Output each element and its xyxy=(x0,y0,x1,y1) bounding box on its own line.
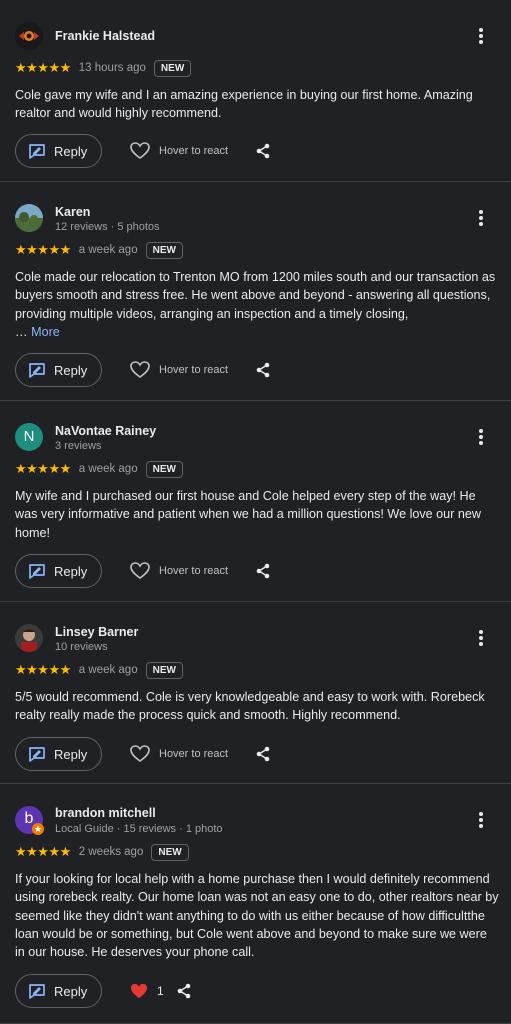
reply-label: Reply xyxy=(54,143,88,159)
react-label: Hover to react xyxy=(159,364,229,376)
review-text: Cole made our relocation to Trenton MO f… xyxy=(15,268,500,341)
reply-icon xyxy=(29,984,45,999)
more-options-icon[interactable] xyxy=(471,628,491,648)
rating-row: ★★★★★ a week ago NEW xyxy=(15,241,183,259)
heart-filled-icon xyxy=(131,983,147,999)
react-label: Hover to react xyxy=(159,565,229,577)
review-card: N NaVontae Rainey 3 reviews ★★★★★ a week… xyxy=(0,401,511,602)
reviewer-name[interactable]: Linsey Barner xyxy=(55,625,138,639)
share-icon[interactable] xyxy=(255,134,273,168)
share-icon[interactable] xyxy=(176,974,194,1008)
rating-row: ★★★★★ a week ago NEW xyxy=(15,661,183,679)
review-time: 2 weeks ago xyxy=(78,846,144,858)
reply-button[interactable]: Reply xyxy=(15,737,102,771)
review-card: Linsey Barner 10 reviews ★★★★★ a week ag… xyxy=(0,602,511,784)
reply-icon xyxy=(29,363,45,378)
review-time: 13 hours ago xyxy=(78,62,146,74)
react-label: Hover to react xyxy=(159,145,229,157)
react-button[interactable]: Hover to react xyxy=(130,737,228,771)
review-card: Karen 12 reviews · 5 photos ★★★★★ a week… xyxy=(0,182,511,401)
reviewer-meta: 12 reviews · 5 photos xyxy=(55,221,160,233)
reaction-button[interactable]: 1 xyxy=(130,974,164,1008)
reviewer-meta: Local Guide · 15 reviews · 1 photo xyxy=(55,823,223,835)
reply-label: Reply xyxy=(54,362,88,378)
reviewer-name[interactable]: Frankie Halstead xyxy=(55,29,155,43)
review-time: a week ago xyxy=(78,244,138,256)
more-options-icon[interactable] xyxy=(471,208,491,228)
share-icon[interactable] xyxy=(255,554,273,588)
reply-button[interactable]: Reply xyxy=(15,353,102,387)
avatar[interactable]: b xyxy=(15,806,44,835)
star-rating: ★★★★★ xyxy=(15,844,71,859)
new-badge: NEW xyxy=(151,843,189,861)
reply-button[interactable]: Reply xyxy=(15,554,102,588)
reply-label: Reply xyxy=(54,746,88,762)
star-rating: ★★★★★ xyxy=(15,461,71,476)
review-time: a week ago xyxy=(78,463,138,475)
review-text: If your looking for local help with a ho… xyxy=(15,872,499,960)
local-guide-badge-icon xyxy=(32,823,44,835)
heart-outline-icon xyxy=(130,142,150,159)
reviewer-name[interactable]: Karen xyxy=(55,205,90,219)
review-text-body: Cole made our relocation to Trenton MO f… xyxy=(15,270,496,321)
reply-icon xyxy=(29,747,45,762)
rating-row: ★★★★★ a week ago NEW xyxy=(15,460,183,478)
reply-icon xyxy=(29,144,45,159)
reaction-count: 1 xyxy=(157,984,164,998)
review-text: My wife and I purchased our first house … xyxy=(15,489,481,540)
reply-button[interactable]: Reply xyxy=(15,134,102,168)
star-rating: ★★★★★ xyxy=(15,242,71,257)
reviewer-meta: 3 reviews xyxy=(55,440,102,452)
reviewer-meta: 10 reviews xyxy=(55,641,108,653)
react-button[interactable]: Hover to react xyxy=(130,554,228,588)
ellipsis: … xyxy=(15,324,28,339)
more-link[interactable]: More xyxy=(31,325,60,339)
heart-outline-icon xyxy=(130,745,150,762)
more-options-icon[interactable] xyxy=(471,26,491,46)
reply-button[interactable]: Reply xyxy=(15,974,102,1008)
more-options-icon[interactable] xyxy=(471,810,491,830)
review-card: Frankie Halstead ★★★★★ 13 hours ago NEW … xyxy=(0,0,511,182)
react-button[interactable]: Hover to react xyxy=(130,134,228,168)
heart-outline-icon xyxy=(130,562,150,579)
review-card: b brandon mitchell Local Guide · 15 revi… xyxy=(0,784,511,1024)
new-badge: NEW xyxy=(145,661,183,679)
reply-label: Reply xyxy=(54,983,88,999)
avatar[interactable]: N xyxy=(15,423,43,451)
reply-label: Reply xyxy=(54,563,88,579)
star-rating: ★★★★★ xyxy=(15,662,71,677)
reviewer-name[interactable]: brandon mitchell xyxy=(55,806,156,820)
avatar[interactable] xyxy=(15,204,43,232)
rating-row: ★★★★★ 13 hours ago NEW xyxy=(15,59,192,77)
heart-outline-icon xyxy=(130,361,150,378)
reviewer-name[interactable]: NaVontae Rainey xyxy=(55,424,156,438)
review-text: Cole gave my wife and I an amazing exper… xyxy=(15,88,473,121)
avatar[interactable] xyxy=(15,22,43,50)
new-badge: NEW xyxy=(145,460,183,478)
more-options-icon[interactable] xyxy=(471,427,491,447)
react-label: Hover to react xyxy=(159,748,229,760)
new-badge: NEW xyxy=(153,59,192,77)
review-text: 5/5 would recommend. Cole is very knowle… xyxy=(15,690,485,723)
star-rating: ★★★★★ xyxy=(15,60,71,75)
avatar[interactable] xyxy=(15,624,43,652)
reply-icon xyxy=(29,564,45,579)
share-icon[interactable] xyxy=(255,737,273,771)
new-badge: NEW xyxy=(145,241,183,259)
review-time: a week ago xyxy=(78,664,138,676)
rating-row: ★★★★★ 2 weeks ago NEW xyxy=(15,843,189,861)
react-button[interactable]: Hover to react xyxy=(130,353,228,387)
share-icon[interactable] xyxy=(255,353,273,387)
